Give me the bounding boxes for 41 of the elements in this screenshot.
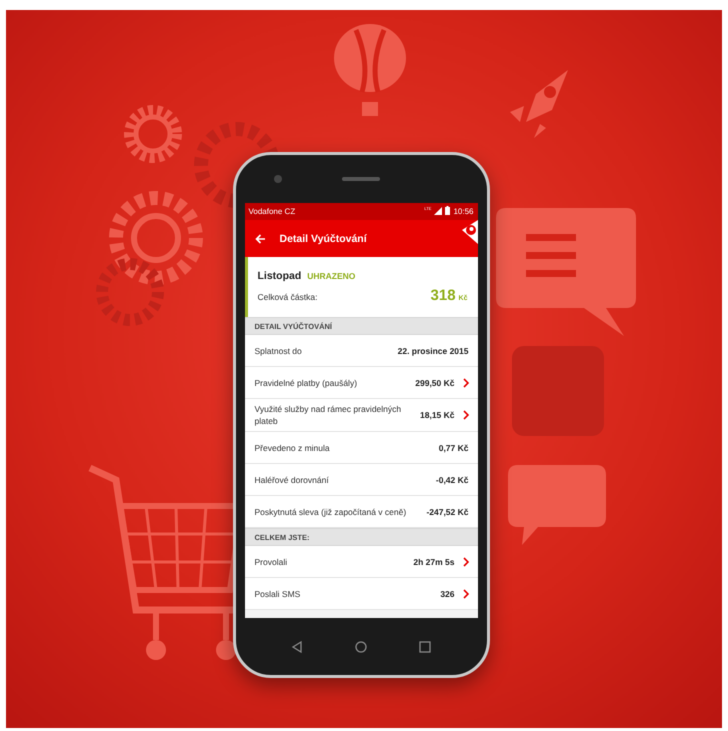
chevron-right-icon bbox=[462, 588, 468, 598]
home-icon[interactable] bbox=[354, 640, 367, 652]
row-label: Pravidelné platby (paušály) bbox=[254, 376, 358, 390]
front-camera-icon bbox=[274, 175, 282, 183]
earpiece-speaker-icon bbox=[342, 177, 380, 181]
gear-icon bbox=[94, 256, 166, 328]
clock-time: 10:56 bbox=[453, 207, 474, 216]
payment-status: UHRAZENO bbox=[307, 271, 356, 281]
row-value: -0,42 Kč bbox=[436, 474, 468, 484]
gear-icon bbox=[121, 102, 185, 166]
back-icon[interactable] bbox=[291, 640, 304, 652]
row-label: Poskytnutá sleva (již započítaná v ceně) bbox=[254, 506, 408, 519]
row-label: Provolali bbox=[254, 556, 288, 568]
recent-apps-icon[interactable] bbox=[418, 640, 431, 652]
row-label: Haléřové dorovnání bbox=[254, 474, 330, 486]
row-label: Využité služby nad rámec pravidelných plateb bbox=[254, 403, 402, 428]
chevron-right-icon bbox=[462, 378, 468, 388]
row-value: 22. prosince 2015 bbox=[398, 346, 468, 356]
bill-row[interactable]: Pravidelné platby (paušály) 299,50 Kč bbox=[244, 367, 478, 399]
back-arrow-icon[interactable] bbox=[254, 234, 266, 244]
chevron-right-icon bbox=[462, 556, 468, 566]
screen-title: Detail Vyúčtování bbox=[280, 232, 367, 244]
row-label: Splatnost do bbox=[254, 344, 303, 358]
total-label: Celková částka: bbox=[258, 292, 318, 302]
row-value: 299,50 Kč bbox=[415, 378, 454, 388]
row-value: -247,52 Kč bbox=[426, 506, 468, 516]
row-value: 18,15 Kč bbox=[420, 410, 454, 420]
signal-icon bbox=[434, 206, 442, 214]
row-label: Poslali SMS bbox=[254, 588, 302, 600]
carrier-name: Vodafone CZ bbox=[248, 207, 296, 216]
billing-month: Listopad bbox=[258, 270, 302, 282]
battery-icon bbox=[445, 206, 450, 215]
row-label: Převedeno z minula bbox=[254, 442, 331, 454]
row-value: 0,77 Kč bbox=[438, 442, 468, 452]
row-value: 2h 27m 5s bbox=[413, 556, 454, 566]
bill-row[interactable]: Využité služby nad rámec pravidelných plateb 18,15 Kč bbox=[244, 399, 478, 432]
bill-row[interactable]: Provolali 2h 27m 5s bbox=[244, 546, 478, 578]
bill-row[interactable]: Poslali SMS 326 bbox=[244, 578, 478, 610]
row-value: 326 bbox=[440, 588, 454, 598]
total-amount: 318 bbox=[430, 287, 456, 304]
chevron-right-icon bbox=[462, 410, 468, 420]
